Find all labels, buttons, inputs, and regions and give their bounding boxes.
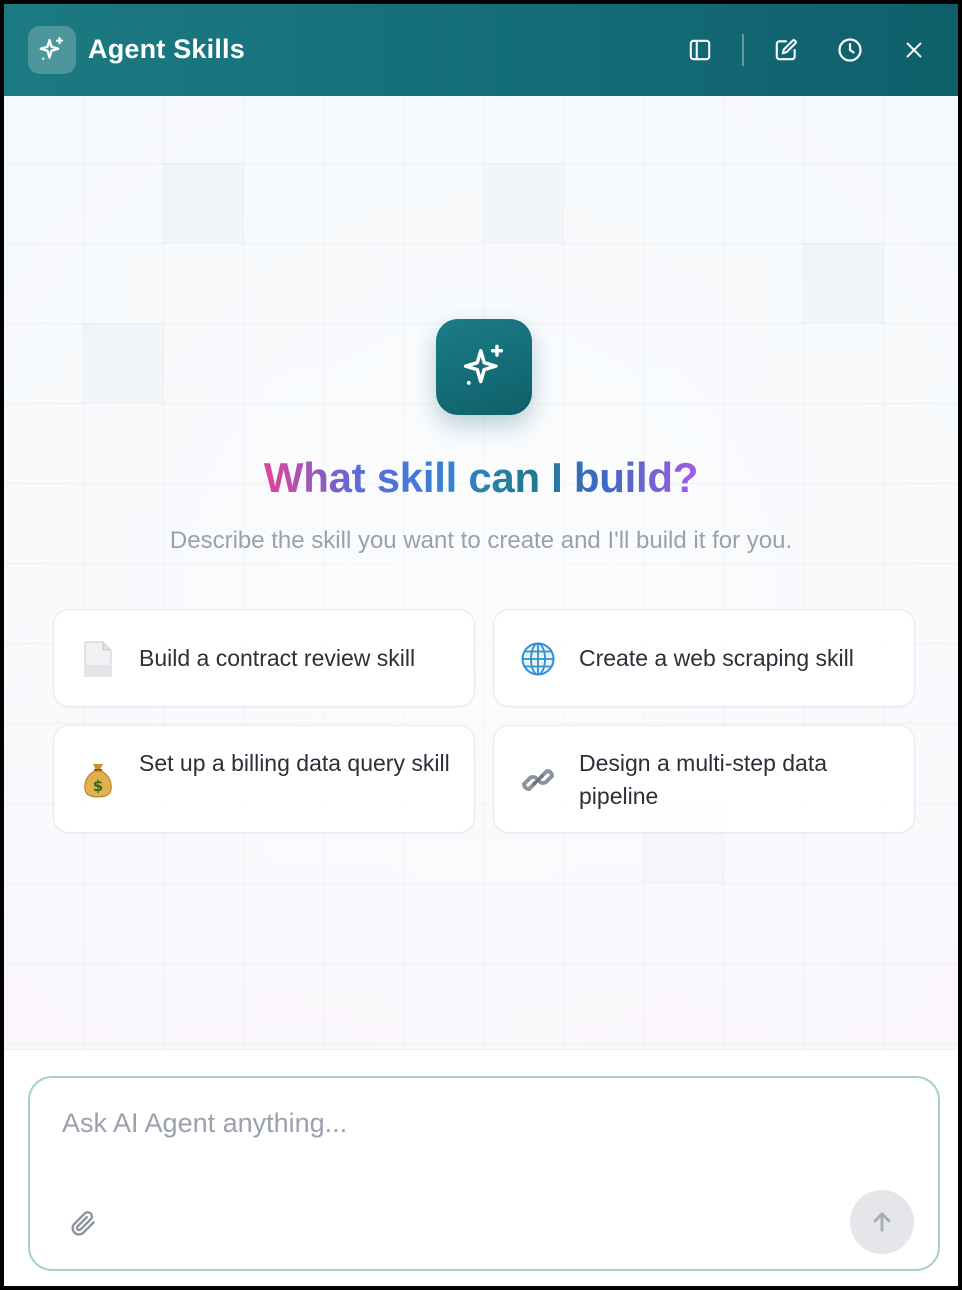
page-title-text: What skill can I build?	[263, 454, 699, 501]
close-icon	[906, 42, 922, 58]
suggestion-card-contract-review[interactable]: Build a contract review skill	[53, 609, 475, 707]
close-button[interactable]	[896, 32, 932, 68]
money-bag-icon: $	[80, 762, 116, 798]
app-logo	[28, 26, 76, 74]
sidebar-icon	[689, 39, 711, 61]
suggestion-card-data-pipeline[interactable]: Design a multi-step data pipeline	[493, 725, 915, 833]
paperclip-icon	[71, 1211, 95, 1236]
suggestion-card-web-scraping[interactable]: Create a web scraping skill	[493, 609, 915, 707]
welcome-area: What skill can I build? Describe the ski…	[4, 96, 958, 1049]
composer-area	[4, 1049, 958, 1286]
document-icon	[80, 641, 116, 677]
arrow-up-icon	[873, 1212, 891, 1232]
new-chat-button[interactable]	[768, 32, 804, 68]
history-button[interactable]	[832, 32, 868, 68]
link-icon	[520, 762, 556, 798]
edit-icon	[775, 39, 797, 61]
agent-skills-panel: Agent Skills What skill can I build? Des…	[4, 4, 958, 1286]
send-button[interactable]	[850, 1190, 914, 1254]
attach-button[interactable]	[66, 1206, 100, 1240]
sparkle-icon	[39, 37, 64, 60]
page-subtitle: Describe the skill you want to create an…	[169, 527, 793, 554]
svg-text:$: $	[93, 777, 103, 795]
suggestion-label: Build a contract review skill	[139, 645, 416, 671]
hero-badge	[436, 319, 532, 415]
sparkle-icon	[463, 344, 504, 385]
message-composer	[28, 1076, 940, 1271]
message-input[interactable]	[62, 1108, 902, 1168]
grid-fade	[4, 96, 958, 1049]
suggestion-card-billing-query[interactable]: $ Set up a billing data query skill	[53, 725, 475, 833]
toggle-sidebar-button[interactable]	[682, 32, 718, 68]
page-title: What skill can I build?	[4, 454, 958, 502]
suggestion-label: Create a web scraping skill	[579, 645, 854, 671]
panel-header: Agent Skills	[4, 4, 958, 96]
suggestion-label: Design a multi-step data pipeline	[579, 750, 828, 809]
app-title: Agent Skills	[88, 34, 245, 64]
header-divider	[742, 34, 744, 66]
suggestion-label: Set up a billing data query skill	[139, 750, 450, 776]
clock-icon	[838, 38, 862, 62]
globe-icon	[520, 641, 556, 677]
